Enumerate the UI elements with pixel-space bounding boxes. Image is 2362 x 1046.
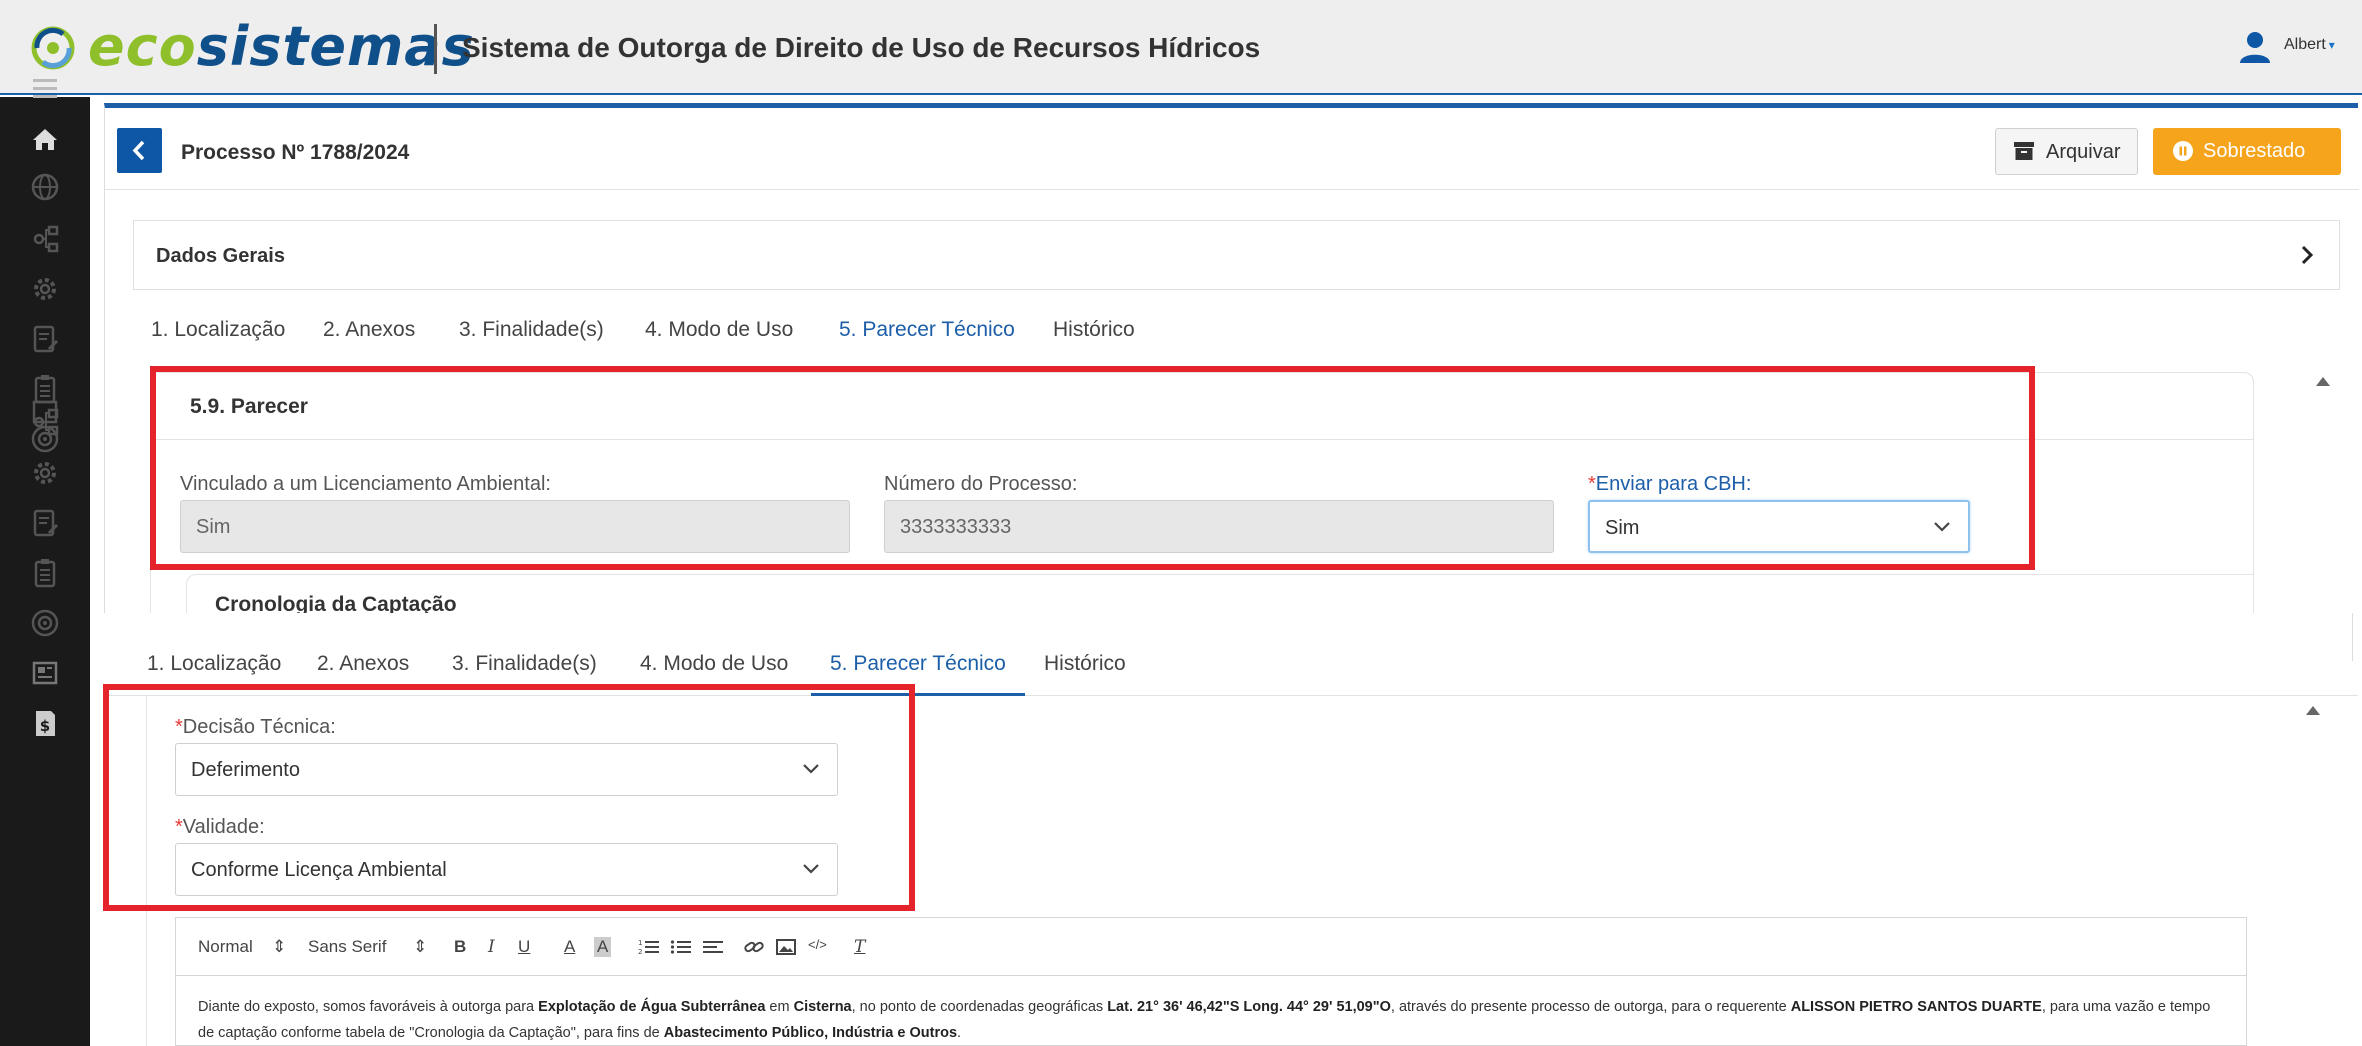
svg-text:$: $ <box>40 717 50 735</box>
image-icon[interactable] <box>776 938 796 956</box>
network-icon[interactable] <box>25 219 65 259</box>
font-updown-icon: ⇕ <box>413 937 428 956</box>
chevron-left-icon <box>132 140 145 161</box>
tab-localizacao[interactable]: 1. Localização <box>147 652 281 676</box>
target-icon[interactable] <box>25 603 65 643</box>
scroll-up-icon[interactable] <box>2306 706 2320 715</box>
tab-historico[interactable]: Histórico <box>1053 318 1135 342</box>
align-icon[interactable] <box>702 938 724 956</box>
sobrestado-label: Sobrestado <box>2203 140 2306 162</box>
bold-button[interactable]: B <box>454 937 466 957</box>
scroll-up-icon[interactable] <box>2316 377 2330 386</box>
chevron-right-icon <box>2301 245 2314 265</box>
background-color-button[interactable]: A <box>594 937 612 957</box>
text-part: , através do presente processo de outorg… <box>1390 999 1791 1015</box>
archive-label: Arquivar <box>2046 141 2121 163</box>
dados-gerais-row[interactable]: Dados Gerais <box>133 220 2340 290</box>
editor-toolbar: Normal ⇕ Sans Serif ⇕ B I U A A 12 </> T <box>176 918 2246 976</box>
text-bold: Lat. 21° 36' 46,42"S Long. 44° 29' 51,09… <box>1107 999 1391 1015</box>
dados-gerais-label: Dados Gerais <box>156 245 285 267</box>
logo: ecosistemas <box>88 14 475 80</box>
edit-document-icon[interactable] <box>25 319 65 359</box>
settings-icon[interactable] <box>25 453 65 493</box>
settings-icon[interactable] <box>25 269 65 309</box>
top-bar: ecosistemas Sistema de Outorga de Direit… <box>0 0 2362 95</box>
text-bold: Explotação de Água Subterrânea <box>538 999 766 1015</box>
link-icon[interactable] <box>744 938 764 956</box>
billing-icon[interactable]: $ <box>25 703 65 743</box>
tab-historico[interactable]: Histórico <box>1044 652 1126 676</box>
title-divider <box>434 24 437 74</box>
clipboard-icon[interactable] <box>25 553 65 593</box>
text-part: . <box>957 1025 962 1041</box>
cronologia-card: Cronologia da Captação <box>186 574 2253 615</box>
clean-format-button[interactable]: T <box>854 937 865 957</box>
logo-eco: eco <box>88 15 197 78</box>
tab-anexos[interactable]: 2. Anexos <box>317 652 409 676</box>
text-part: , no ponto de coordenadas geográficas <box>851 999 1108 1015</box>
highlight-box-parecer <box>150 366 2035 570</box>
menu-icon[interactable] <box>25 69 65 109</box>
text-color-button[interactable]: A <box>564 937 575 957</box>
tab-finalidades[interactable]: 3. Finalidade(s) <box>452 652 597 676</box>
ordered-list-icon[interactable]: 12 <box>638 938 660 956</box>
archive-icon <box>2014 142 2034 160</box>
caret-down-icon: ▾ <box>2328 38 2335 52</box>
edit-document-icon[interactable] <box>25 503 65 543</box>
svg-text:1: 1 <box>638 939 642 947</box>
tab-parecer-tecnico[interactable]: 5. Parecer Técnico <box>830 652 1006 676</box>
tab-modo-de-uso[interactable]: 4. Modo de Uso <box>640 652 788 676</box>
panel-divider <box>2352 613 2353 661</box>
italic-button[interactable]: I <box>488 937 495 957</box>
code-button[interactable]: </> <box>808 937 827 952</box>
logo-icon <box>31 26 75 70</box>
back-button[interactable] <box>117 128 162 173</box>
tab-localizacao[interactable]: 1. Localização <box>151 318 285 342</box>
text-part: em <box>765 999 794 1015</box>
cronologia-title: Cronologia da Captação <box>215 593 457 615</box>
svg-text:2: 2 <box>638 948 642 956</box>
globe-icon[interactable] <box>25 167 65 207</box>
font-value: Sans Serif <box>308 937 387 956</box>
process-title: Processo Nº 1788/2024 <box>181 141 410 164</box>
format-value: Normal <box>198 937 253 956</box>
sidebar: $ <box>0 79 90 1046</box>
network-icon[interactable] <box>25 402 65 442</box>
process-header: Processo Nº 1788/2024 Arquivar Sobrestad… <box>105 108 2359 190</box>
bullet-list-icon[interactable] <box>670 938 692 956</box>
app-title: Sistema de Outorga de Direito de Uso de … <box>462 32 1261 63</box>
font-select[interactable]: Sans Serif <box>308 937 386 957</box>
highlight-box-decisao <box>103 684 915 911</box>
newspaper-icon[interactable] <box>25 653 65 693</box>
underline-button[interactable]: U <box>518 937 530 957</box>
tab-modo-de-uso[interactable]: 4. Modo de Uso <box>645 318 793 342</box>
pause-circle-icon <box>2173 141 2193 161</box>
user-menu[interactable]: Albert ▾ <box>2284 36 2335 54</box>
text-bold: Abastecimento Público, Indústria e Outro… <box>663 1025 958 1041</box>
tab-finalidades[interactable]: 3. Finalidade(s) <box>459 318 604 342</box>
home-icon[interactable] <box>25 119 65 159</box>
format-select[interactable]: Normal <box>198 937 253 957</box>
text-bold: Cisterna <box>793 999 852 1015</box>
sobrestado-button[interactable]: Sobrestado <box>2153 128 2341 175</box>
text-part: Diante do exposto, somos favoráveis à ou… <box>198 999 539 1015</box>
tab-parecer-tecnico[interactable]: 5. Parecer Técnico <box>839 318 1015 342</box>
editor-content[interactable]: Diante do exposto, somos favoráveis à ou… <box>198 994 2228 1046</box>
user-icon[interactable] <box>2238 30 2272 64</box>
user-name: Albert <box>2284 36 2326 53</box>
rich-text-editor: Normal ⇕ Sans Serif ⇕ B I U A A 12 </> T… <box>175 917 2247 1046</box>
archive-button[interactable]: Arquivar <box>1995 128 2138 175</box>
tab-anexos[interactable]: 2. Anexos <box>323 318 415 342</box>
format-updown-icon: ⇕ <box>272 937 287 956</box>
text-bold: ALISSON PIETRO SANTOS DUARTE <box>1790 999 2042 1015</box>
